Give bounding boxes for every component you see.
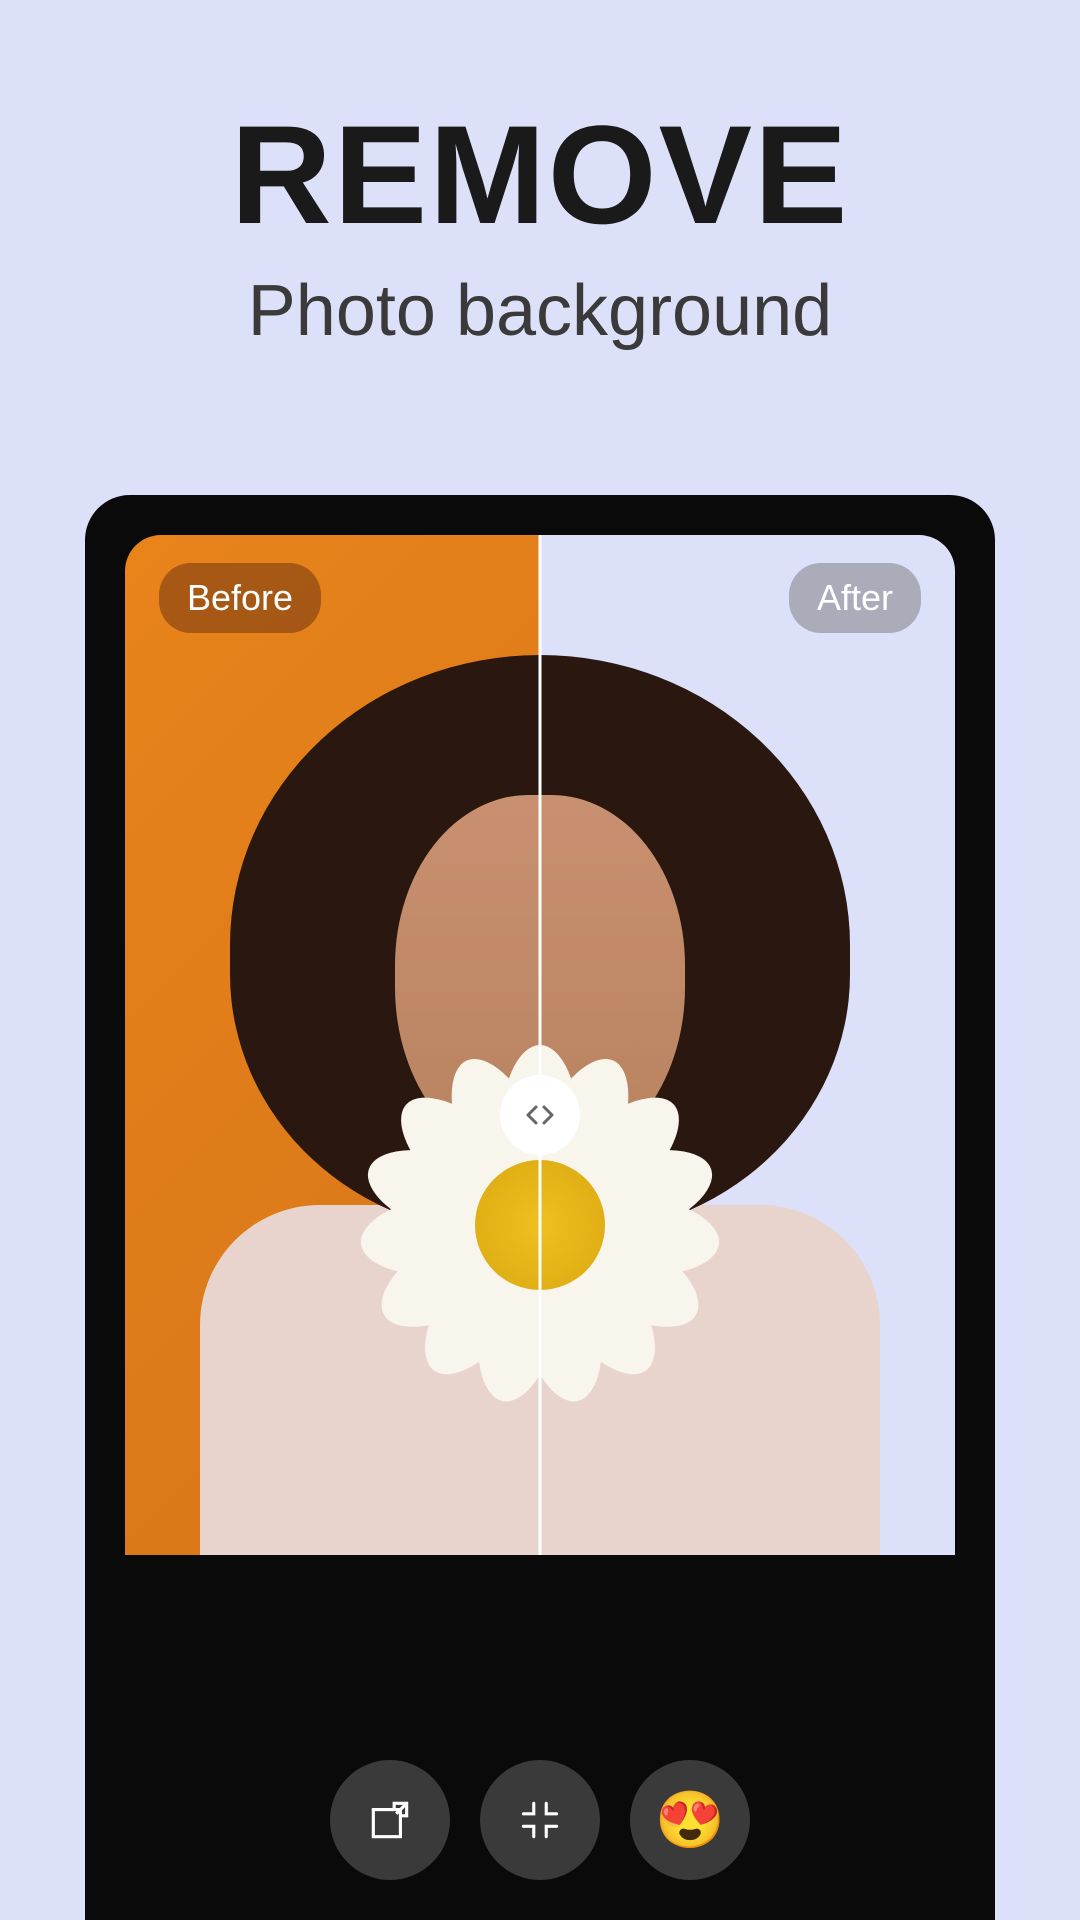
emoji-button[interactable]: 😍 (630, 1760, 750, 1880)
photo-comparison-area: Before After (125, 535, 955, 1555)
headline-main: REMOVE (0, 105, 1080, 245)
phone-mockup: Before After 😍 (85, 495, 995, 1920)
collapse-button[interactable] (480, 1760, 600, 1880)
collapse-icon (515, 1795, 565, 1845)
toolbar: 😍 (125, 1720, 955, 1920)
headline: REMOVE Photo background (0, 105, 1080, 352)
heart-eyes-emoji-icon: 😍 (655, 1787, 725, 1853)
comparison-divider (539, 535, 542, 1555)
headline-sub: Photo background (0, 270, 1080, 352)
expand-icon (365, 1795, 415, 1845)
comparison-slider-handle[interactable] (500, 1075, 580, 1155)
after-badge: After (789, 563, 921, 633)
expand-button[interactable] (330, 1760, 450, 1880)
chevron-left-right-icon (520, 1095, 560, 1135)
before-badge: Before (159, 563, 321, 633)
